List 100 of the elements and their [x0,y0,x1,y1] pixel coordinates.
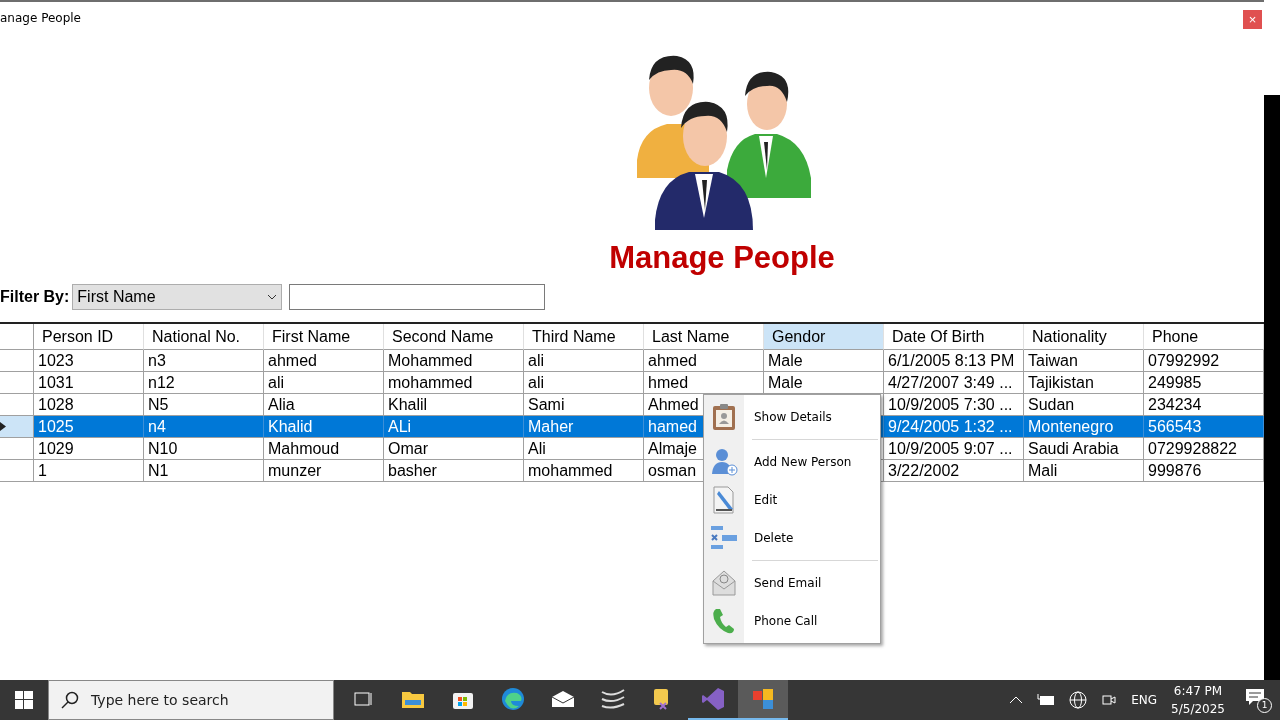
table-cell: Mahmoud [268,440,340,457]
window-title: anage People [0,11,81,25]
table-cell: osman [648,462,697,479]
task-view-icon [353,690,373,708]
table-cell: 999876 [1148,462,1202,479]
chevron-down-icon [267,294,278,300]
table-cell: 1025 [38,418,74,435]
table-cell: ALi [388,418,412,435]
table-cell: 10/9/2005 7:30 ... [888,396,1013,413]
globe-icon[interactable] [1069,691,1088,709]
table-cell: Omar [388,440,428,457]
menu-item[interactable]: Send Email [704,564,880,602]
table-cell: ali [268,374,284,391]
table-cell: munzer [268,462,322,479]
delete-icon [710,525,738,551]
phone-icon [712,607,736,635]
filter-label: Filter By: [0,288,70,306]
table-cell: Mali [1028,462,1058,479]
table-cell: ahmed [268,352,317,369]
table-cell: hamed [648,418,697,435]
table-cell: Saudi Arabia [1028,440,1119,457]
table-cell: Male [768,374,803,391]
search-field[interactable] [289,284,546,310]
table-cell: 07992992 [1148,352,1220,369]
column-header[interactable]: Person ID [34,324,144,350]
battery-icon[interactable] [1037,694,1056,706]
menu-item[interactable]: Edit [704,481,880,519]
table-cell: 1 [38,462,47,479]
table-cell: Montenegro [1028,418,1114,435]
column-header[interactable]: National No. [144,324,264,350]
table-cell: Sami [528,396,565,413]
table-cell: basher [388,462,437,479]
table-cell: n12 [148,374,175,391]
table-cell: 1023 [38,352,74,369]
envelope-icon [711,569,737,597]
app-icon [600,688,626,710]
table-cell: mohammed [388,374,473,391]
table-cell: Taiwan [1028,352,1078,369]
table-cell: ahmed [648,352,697,369]
table-cell: Ali [528,440,546,457]
table-cell: 3/22/2002 [888,462,960,479]
column-header[interactable]: First Name [264,324,384,350]
app-icon [751,688,775,710]
table-cell: 9/24/2005 1:32 ... [888,418,1013,435]
column-header[interactable]: Third Name [524,324,644,350]
browser-icon [501,687,525,711]
mail-icon [551,690,575,708]
taskbar-search-field[interactable]: Type here to search [48,680,334,720]
table-cell: Almaje [648,440,697,457]
add-person-icon [710,448,738,476]
table-cell: 0729928822 [1148,440,1237,457]
column-header[interactable]: Gendor [764,324,884,350]
table-cell: N10 [148,440,178,457]
column-header[interactable]: Date Of Birth [884,324,1024,350]
message-icon [1245,687,1265,706]
table-cell: mohammed [528,462,613,479]
table-cell: n4 [148,418,166,435]
windows-logo-icon [15,691,33,709]
close-button[interactable]: × [1243,10,1262,29]
column-header[interactable]: Second Name [384,324,524,350]
folder-icon [401,689,425,709]
table-cell: 10/9/2005 9:07 ... [888,440,1013,457]
clock[interactable]: 6:47 PM 5/5/2025 [1171,684,1225,716]
page-heading: Manage People [609,240,835,276]
table-cell: N1 [148,462,169,479]
table-cell: 566543 [1148,418,1202,435]
table-cell: Mohammed [388,352,473,369]
language-indicator[interactable]: ENG [1131,693,1158,707]
table-cell: Maher [528,418,574,435]
table-cell: Khalid [268,418,313,435]
table-cell: ali [528,374,544,391]
table-cell: Male [768,352,803,369]
camera-icon[interactable] [1101,692,1118,708]
table-cell: 249985 [1148,374,1202,391]
menu-item[interactable]: Phone Call [704,602,880,640]
notifications-button[interactable]: 1 [1245,687,1272,713]
table-cell: 1028 [38,396,74,413]
menu-item[interactable]: Delete [704,519,880,557]
row-header-corner [0,324,34,350]
visual-studio-icon [701,687,725,711]
row-header[interactable] [0,416,34,438]
row-pointer-icon [0,422,6,431]
table-cell: 234234 [1148,396,1202,413]
filter-dropdown[interactable]: First Name [72,284,283,310]
table-cell: 1029 [38,440,74,457]
table-cell: n3 [148,352,166,369]
table-cell: Tajikistan [1028,374,1094,391]
table-cell: Sudan [1028,396,1075,413]
table-cell: Alia [268,396,295,413]
table-row[interactable]: 1023 n3 ahmed Mohammed ali ahmed Male 6/1/2005 8:13 PM Taiwan 07992992 [0,350,1264,372]
clipboard-icon [712,403,736,431]
search-icon [61,691,79,709]
column-header[interactable]: Nationality [1024,324,1144,350]
table-cell: Ahmed [648,396,699,413]
table-cell: 4/27/2007 3:49 ... [888,374,1013,391]
table-cell: Khalil [388,396,428,413]
chevron-up-icon[interactable] [1009,696,1024,704]
table-cell: N5 [148,396,169,413]
table-cell: 6/1/2005 8:13 PM [888,352,1015,369]
edit-document-icon [711,485,737,515]
